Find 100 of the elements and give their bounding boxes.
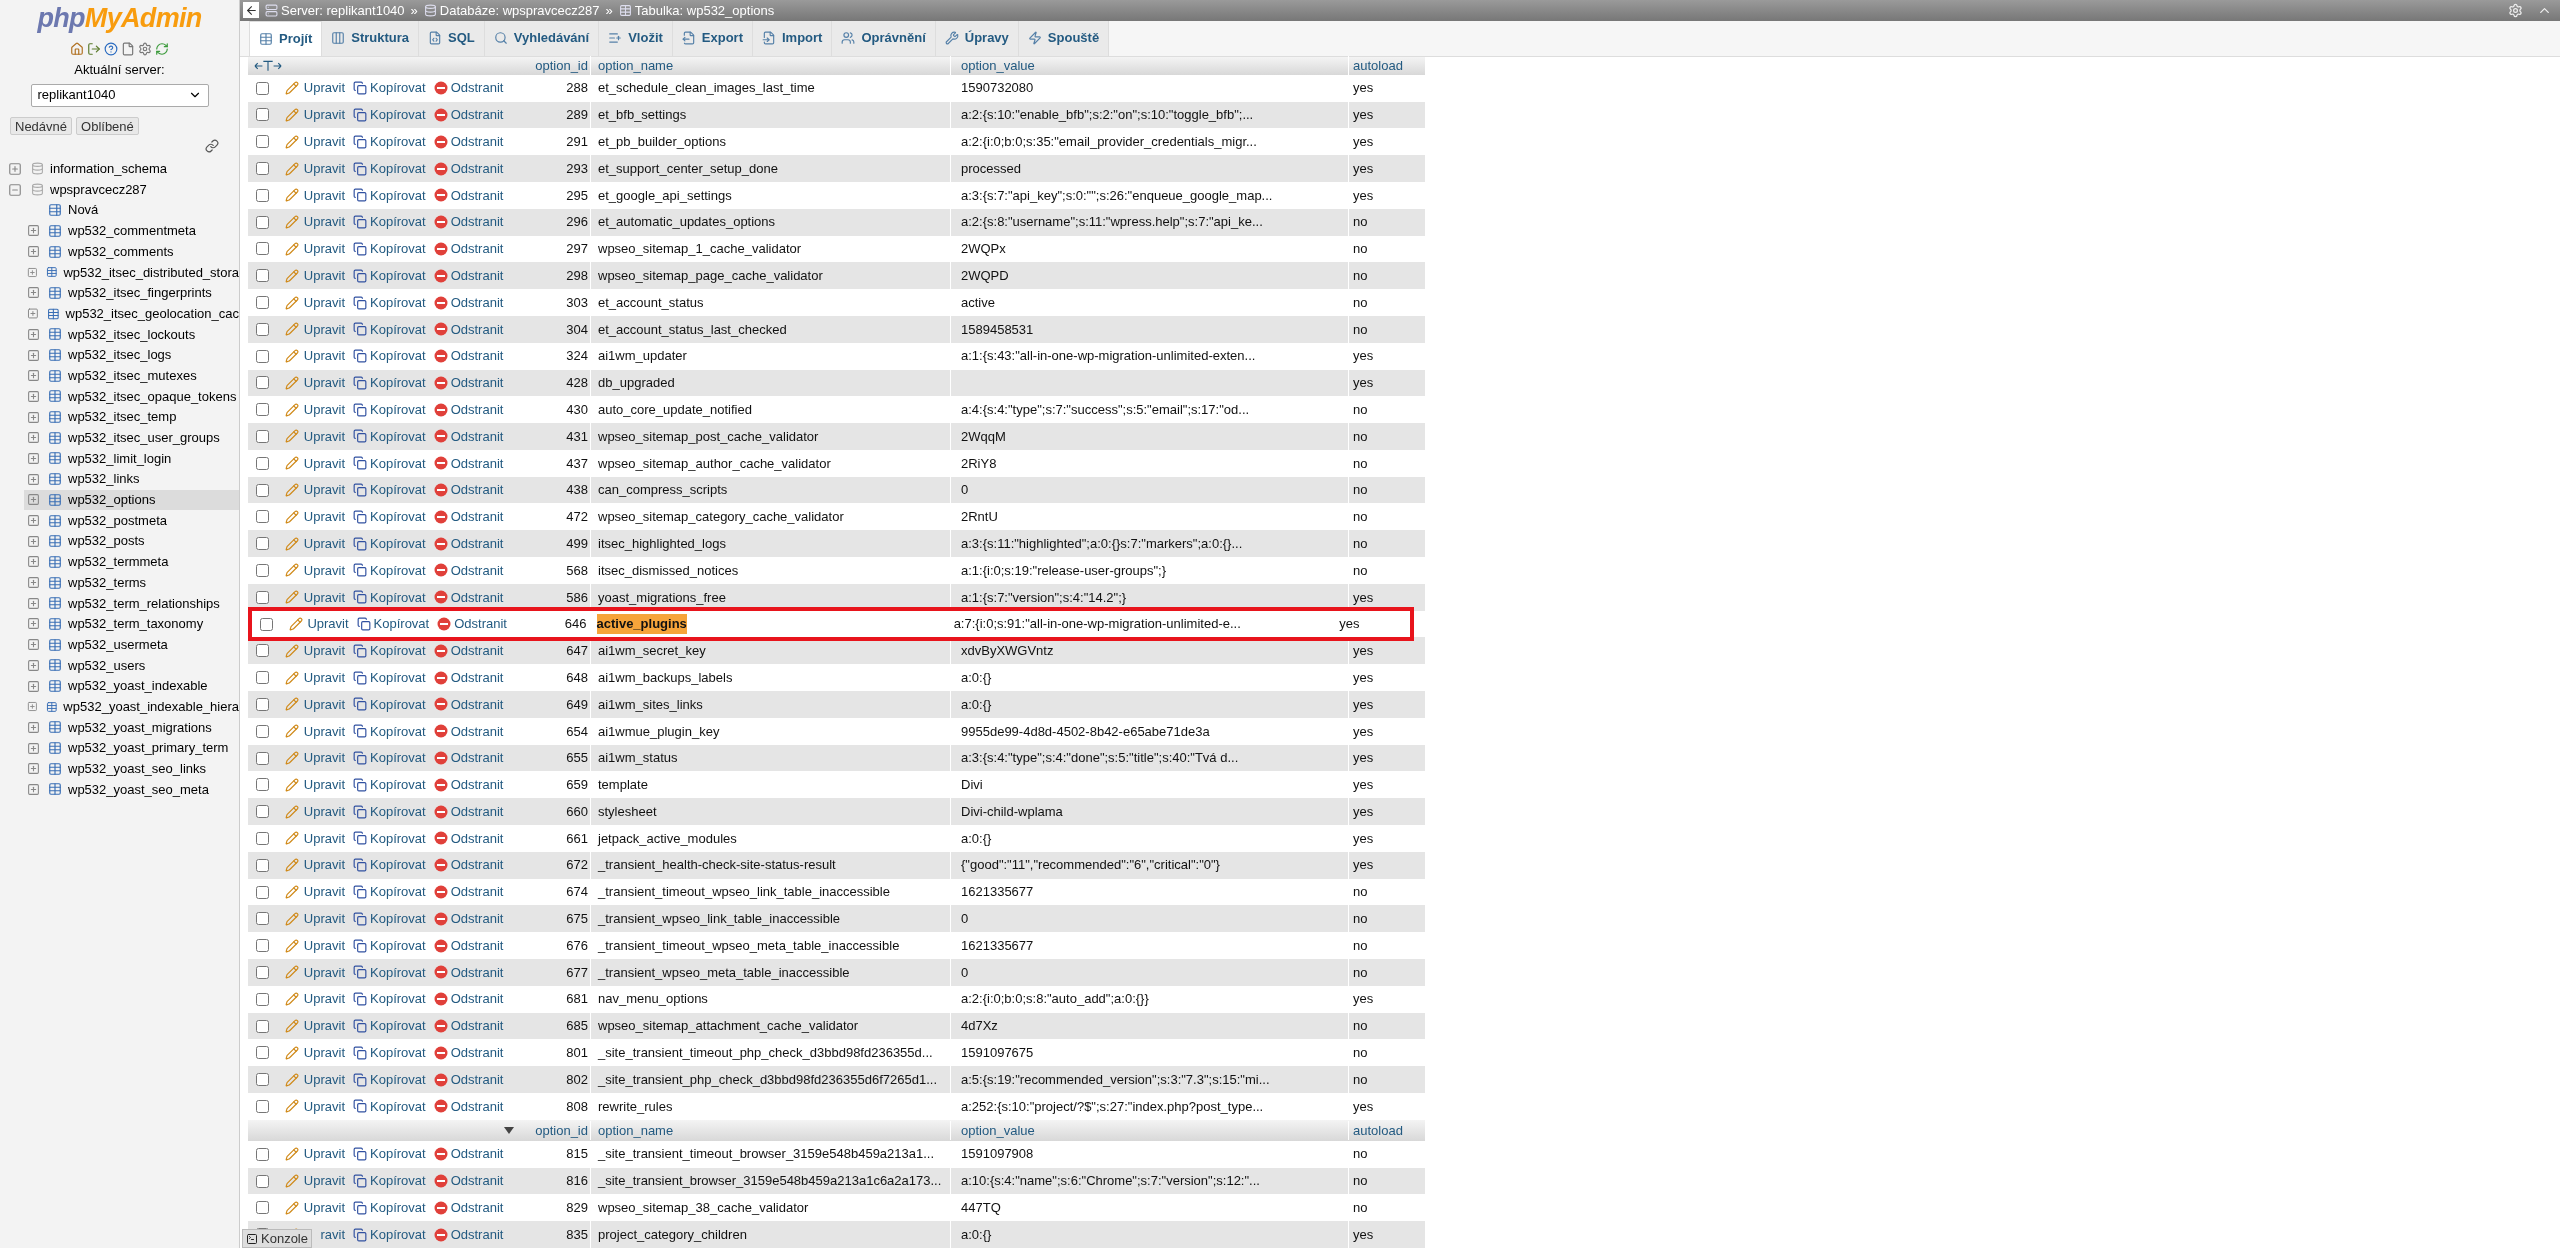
- table-cell: 815: [566, 1146, 588, 1162]
- table-cell-text: 4d7Xz: [961, 1017, 998, 1036]
- table-cell: 586: [566, 589, 588, 605]
- table-cell-text: yes: [1353, 374, 1374, 393]
- table-cell-text: 1591097675: [961, 1044, 1034, 1063]
- table-cell-text: a:5:{s:19:"recommended_version";s:3:"7.3";s:15:"mi...: [961, 1070, 1270, 1089]
- table-cell-text: 9955de99-4d8d-4502-8b42-e65abe71de3a: [961, 722, 1210, 741]
- table-cell-text: template: [598, 776, 648, 795]
- table-cell-text: processed: [961, 159, 1021, 178]
- table-cell-text: yes: [1353, 642, 1374, 661]
- table-cell-text: a:1:{i:0;s:19:"release-user-groups";}: [961, 561, 1167, 580]
- table-cell: 296: [566, 214, 588, 230]
- table-cell-text: et_account_status: [598, 293, 704, 312]
- table-cell: 660: [566, 803, 588, 819]
- table-cell-text: yes: [1353, 668, 1374, 687]
- table-cell-text: no: [1353, 561, 1368, 580]
- table-cell-text: wpseo_sitemap_1_cache_validator: [598, 240, 802, 259]
- table-cell: 646: [564, 616, 587, 632]
- table-cell: active_plugins: [596, 614, 687, 634]
- table-cell-text: a:3:{s:4:"type";s:4:"done";s:5:"title";s:40:"Tvá d...: [961, 749, 1239, 768]
- table-cell-text: et_account_status_last_checked: [598, 320, 787, 339]
- table-cell-text: 0: [961, 481, 969, 500]
- table-cell-text: no: [1353, 320, 1368, 339]
- table-cell-text: no: [1353, 293, 1368, 312]
- table-cell-text: _transient_timeout_wpseo_link_table_inaccessible: [598, 883, 890, 902]
- table-cell: 303: [566, 294, 588, 310]
- table-cell-text: 1591097908: [961, 1145, 1034, 1164]
- table-cell-text: wpseo_sitemap_category_cache_validator: [598, 508, 844, 527]
- table-cell-text: yes: [1339, 615, 1360, 634]
- table-cell-text: a:2:{i:0;b:0;s:8:"auto_add";a:0:{}}: [961, 990, 1149, 1009]
- table-cell-text: et_pb_builder_options: [598, 132, 726, 151]
- table-cell-text: a:2:{s:8:"username";s:11:"wpress.help";s:7:"api_ke...: [961, 213, 1263, 232]
- table-cell-text: yes: [1353, 186, 1374, 205]
- table-cell: 472: [566, 509, 588, 525]
- table-cell: 288: [566, 80, 588, 96]
- table-cell: 430: [566, 401, 588, 417]
- table-cell-text: yes: [1353, 1225, 1374, 1244]
- table-cell-text: wpseo_sitemap_author_cache_validator: [598, 454, 831, 473]
- table-cell-text: stylesheet: [598, 802, 657, 821]
- table-cell-text: wpseo_sitemap_38_cache_validator: [598, 1199, 809, 1218]
- table-cell-text: no: [1353, 481, 1368, 500]
- table-cell-text: no: [1353, 883, 1368, 902]
- table-cell: 677: [566, 964, 588, 980]
- table-cell: 293: [566, 160, 588, 176]
- table-cell-text: rewrite_rules: [598, 1097, 673, 1116]
- table-cell-text: _transient_health-check-site-status-result: [598, 856, 836, 875]
- table-cell: 675: [566, 911, 588, 927]
- table-cell-text: no: [1353, 1172, 1368, 1191]
- table-cell-text: yes: [1353, 990, 1374, 1009]
- table-cell-text: et_automatic_updates_options: [598, 213, 776, 232]
- table-cell-text: 2WQPx: [961, 240, 1006, 259]
- table-cell-text: no: [1353, 1044, 1368, 1063]
- table-cell-text: _site_transient_timeout_browser_3159e548b459a213a1...: [598, 1145, 935, 1164]
- breadcrumb-separator: »: [605, 1, 613, 20]
- table-cell-text: yes: [1353, 106, 1374, 125]
- table-cell-text: project_category_children: [598, 1225, 747, 1244]
- table-cell-text: a:2:{i:0;b:0;s:35:"email_provider_credentials_migr...: [961, 132, 1257, 151]
- table-cell-text: yes: [1353, 749, 1374, 768]
- table-cell-text: no: [1353, 1070, 1368, 1089]
- table-cell-text: a:3:{s:7:"api_key";s:0:"";s:26:"enqueue_google_map...: [961, 186, 1273, 205]
- table-cell: 685: [566, 1018, 588, 1034]
- table-cell-text: et_google_api_settings: [598, 186, 732, 205]
- table-cell: 676: [566, 937, 588, 953]
- table-cell-text: no: [1353, 427, 1368, 446]
- table-cell: 431: [566, 428, 588, 444]
- table-cell: 428: [566, 375, 588, 391]
- table-cell-text: no: [1353, 1199, 1368, 1218]
- table-cell: 568: [566, 562, 588, 578]
- table-cell-text: no: [1353, 1145, 1368, 1164]
- table-cell: 291: [566, 133, 588, 149]
- table-cell: 437: [566, 455, 588, 471]
- table-cell-text: no: [1353, 910, 1368, 929]
- table-cell-text: a:0:{}: [961, 829, 992, 848]
- table-cell-text: a:0:{}: [961, 668, 992, 687]
- table-cell-text: yes: [1353, 1097, 1374, 1116]
- table-cell-text: no: [1353, 963, 1368, 982]
- breadcrumb-separator: »: [410, 1, 418, 20]
- table-cell-text: ai1wm_updater: [598, 347, 687, 366]
- table-cell-text: _site_transient_php_check_d3bbd98fd236355d6f7265d1...: [598, 1070, 937, 1089]
- table-cell-text: yes: [1353, 347, 1374, 366]
- table-cell: 654: [566, 723, 588, 739]
- table-cell-text: ai1wm_secret_key: [598, 642, 706, 661]
- table-cell-text: _transient_timeout_wpseo_meta_table_inaccessible: [598, 936, 900, 955]
- table-cell-text: a:7:{i:0;s:91:"all-in-one-wp-migration-unlimited-e...: [953, 615, 1241, 634]
- table-cell: 295: [566, 187, 588, 203]
- table-cell-text: a:1:{s:7:"version";s:4:"14.2";}: [961, 588, 1127, 607]
- table-cell: 661: [566, 830, 588, 846]
- table-cell: 438: [566, 482, 588, 498]
- table-cell-text: jetpack_active_modules: [598, 829, 737, 848]
- table-cell-text: no: [1353, 1017, 1368, 1036]
- table-cell-text: no: [1353, 213, 1368, 232]
- table-cell: 802: [566, 1071, 588, 1087]
- table-cell: 647: [566, 643, 588, 659]
- table-cell-text: yes: [1353, 588, 1374, 607]
- table-cell: 298: [566, 267, 588, 283]
- table-cell: 499: [566, 535, 588, 551]
- table-cell-text: 1621335677: [961, 936, 1034, 955]
- table-cell-text: 447TQ: [961, 1199, 1001, 1218]
- table-cell-text: {"good":"11","recommended":"6","critical":"0"}: [961, 856, 1220, 875]
- table-cell-text: db_upgraded: [598, 374, 675, 393]
